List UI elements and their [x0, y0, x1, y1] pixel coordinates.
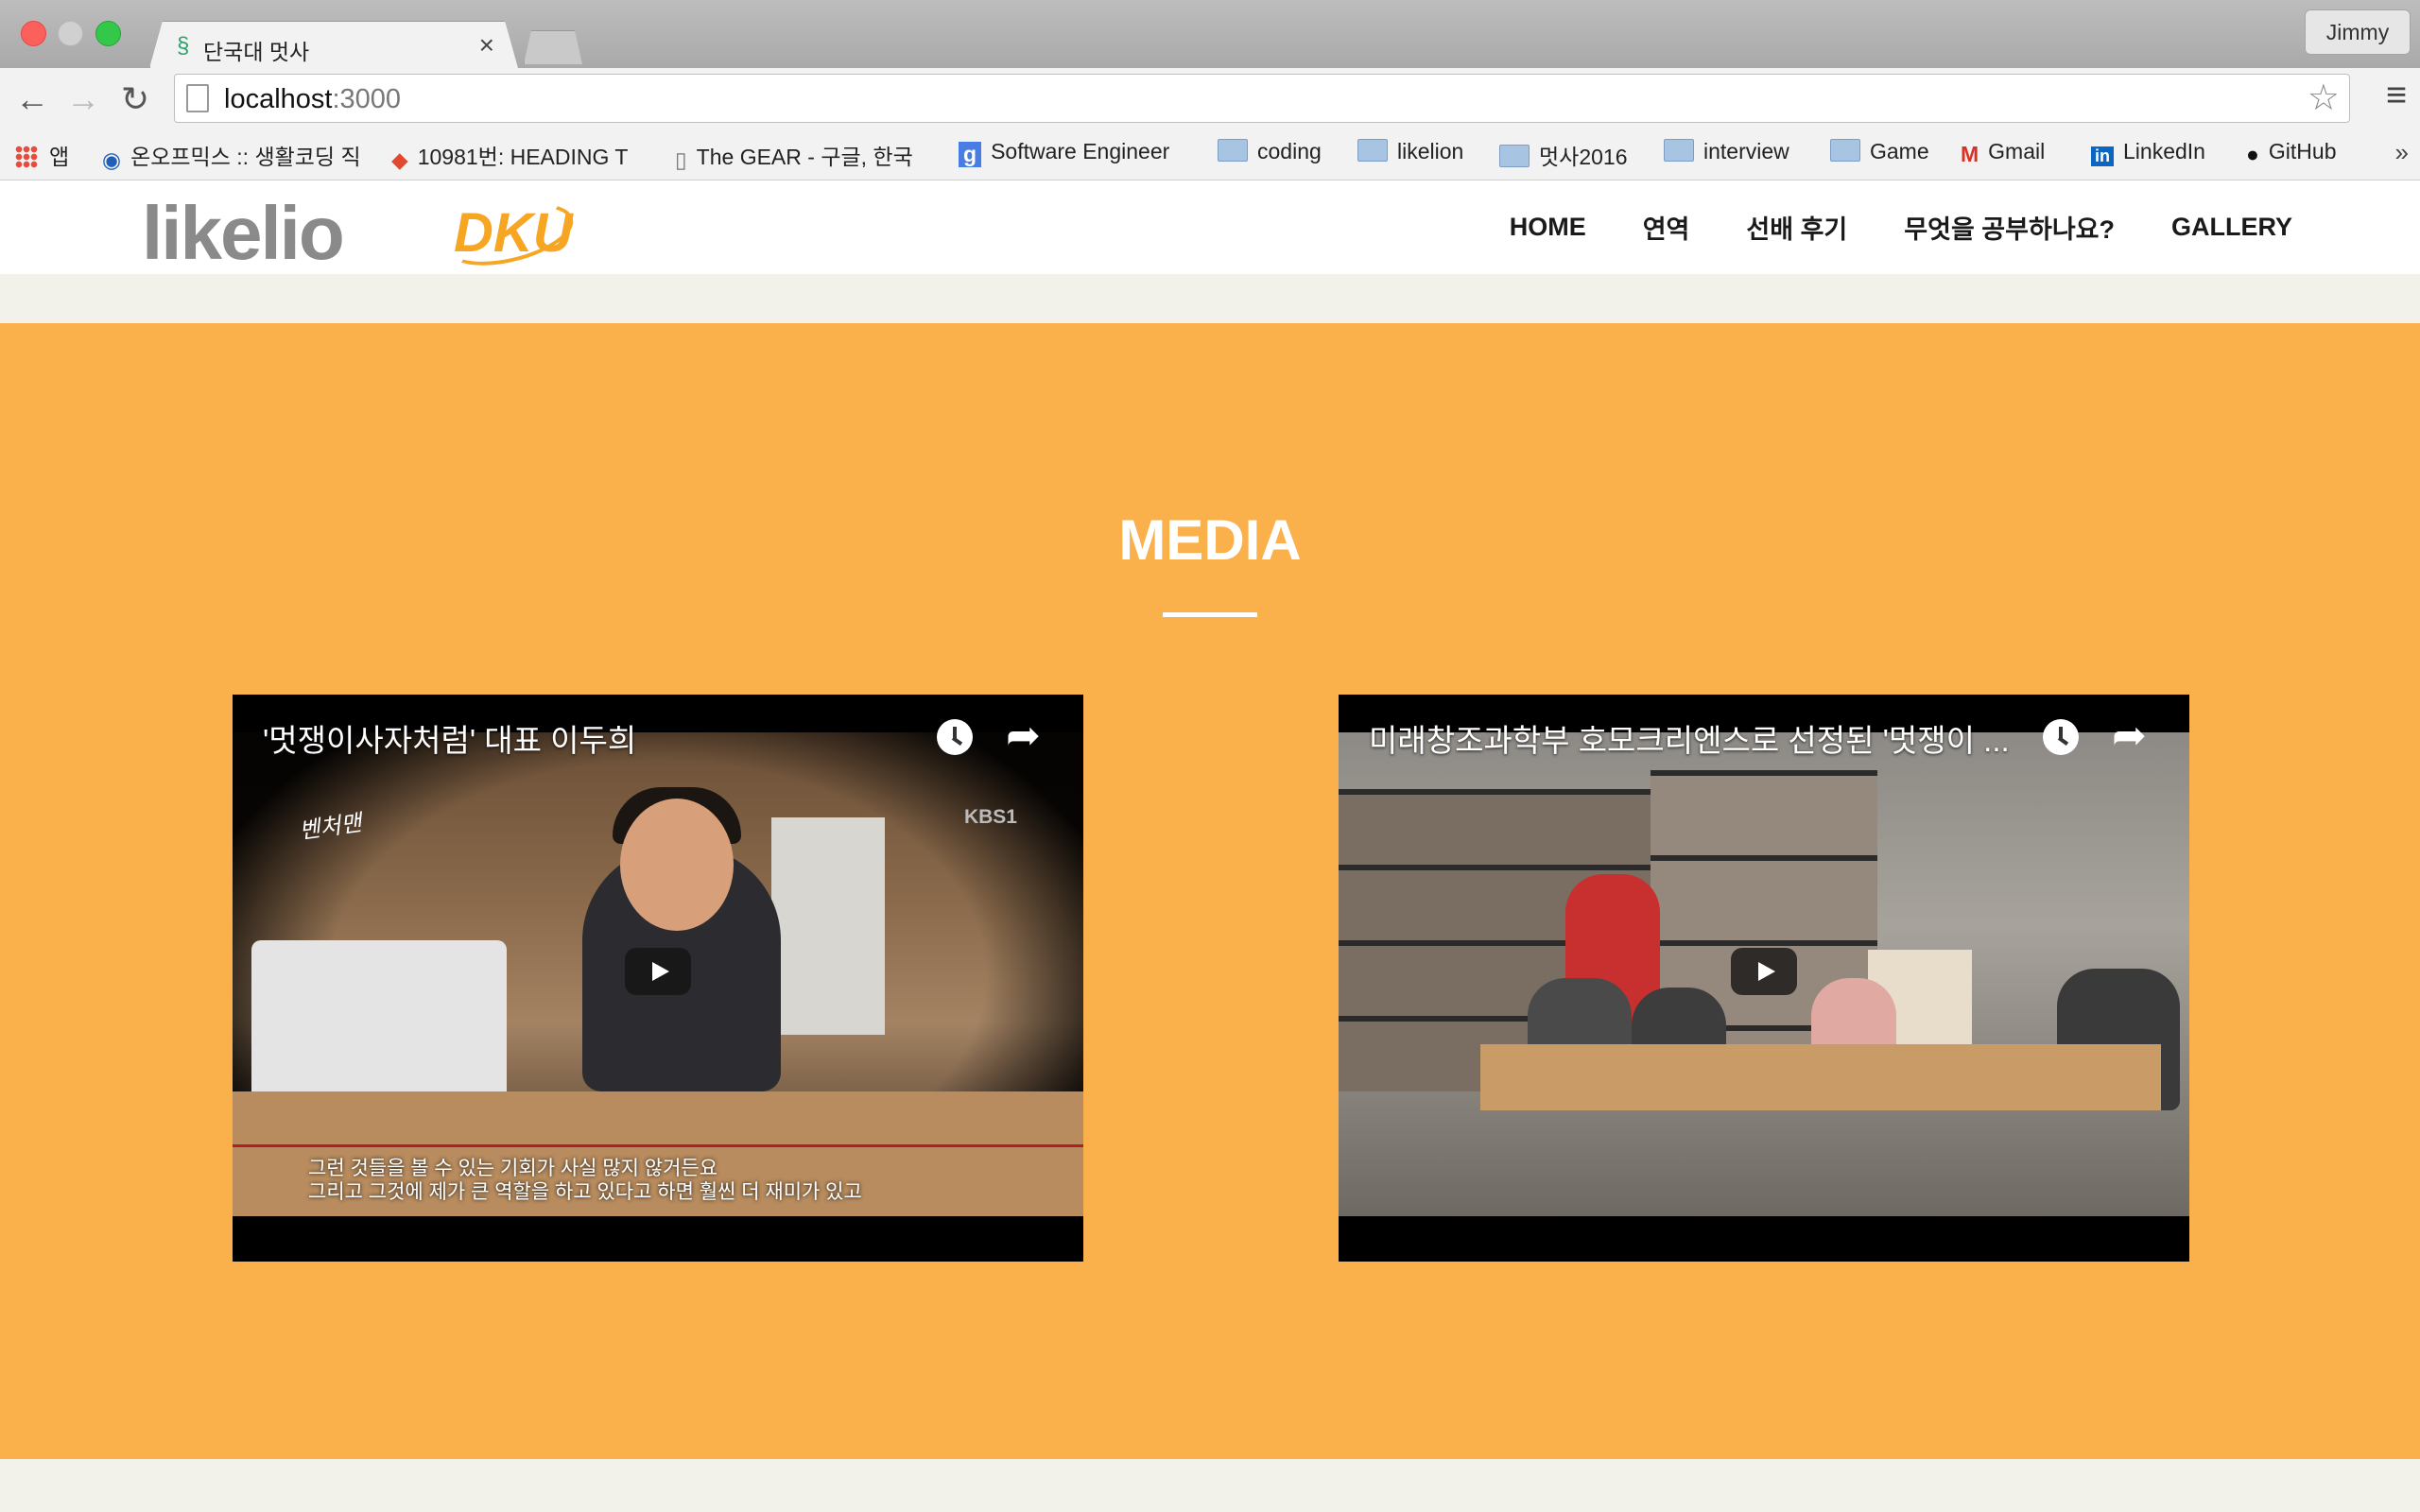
folder-icon — [1664, 139, 1694, 162]
tab-title: 단국대 멋사 — [203, 40, 310, 64]
bookmark-folder-coding[interactable]: coding — [1218, 139, 1322, 164]
media-section: MEDIA 벤처맨 KBS1 그런 것들을 볼 수 있는 기회가 사실 많지 않… — [0, 323, 2420, 1459]
browser-tab[interactable]: § 단국대 멋사 × — [149, 21, 518, 68]
window-maximize-button[interactable] — [95, 21, 121, 46]
nav-gallery[interactable]: GALLERY — [2171, 213, 2292, 242]
bookmark-apps[interactable]: 앱 — [15, 139, 69, 171]
address-bar[interactable]: localhost:3000 ☆ — [174, 74, 2350, 123]
show-logo: 벤처맨 — [297, 810, 364, 845]
bookmark-folder-2016[interactable]: 멋사2016 — [1499, 139, 1628, 171]
github-icon: ● — [2246, 142, 2259, 166]
subtitle-line-2: 그리고 그것에 제가 큰 역할을 하고 있다고 하면 훨씬 더 재미가 있고 — [308, 1181, 862, 1203]
watch-later-icon[interactable] — [2043, 719, 2079, 755]
folder-icon — [1218, 139, 1248, 162]
onoffmix-icon: ◉ — [102, 147, 122, 172]
bookmark-software-engineer[interactable]: g Software Engineer — [959, 139, 1169, 167]
footer-spacer — [0, 1459, 2420, 1512]
video-title-2[interactable]: 미래창조과학부 호모크리엔스로 선정된 '멋쟁이 ... — [1369, 715, 2012, 761]
profile-button[interactable]: Jimmy — [2305, 9, 2411, 55]
gmail-icon: M — [1961, 142, 1979, 166]
bookmarks-bar: 앱 ◉ 온오프믹스 :: 생활코딩 직 ◆ 10981번: HEADING T ▯ T… — [0, 130, 2420, 180]
page-icon: ▯ — [675, 147, 687, 172]
bookmark-gmail[interactable]: M Gmail — [1961, 139, 2045, 167]
hamburger-menu-icon[interactable]: ≡ — [2386, 77, 2407, 113]
folder-icon — [1357, 139, 1388, 162]
bookmark-star-icon[interactable]: ☆ — [2308, 77, 2340, 119]
url-text[interactable]: localhost:3000 — [224, 84, 401, 115]
folder-icon — [1499, 145, 1530, 167]
tab-favicon-icon: § — [177, 33, 190, 59]
play-button[interactable] — [1731, 948, 1797, 995]
bookmark-folder-likelion[interactable]: likelion — [1357, 139, 1463, 164]
window-minimize-button[interactable] — [58, 21, 83, 46]
share-icon[interactable]: ➦ — [1006, 712, 1041, 760]
browser-toolbar: ← → ↻ localhost:3000 ☆ ≡ — [0, 68, 2420, 131]
page-icon — [186, 84, 209, 112]
nav-reviews[interactable]: 선배 후기 — [1746, 209, 1847, 246]
linkedin-icon: in — [2091, 146, 2114, 166]
bookmarks-overflow-icon[interactable]: » — [2395, 138, 2409, 167]
video-player-2[interactable]: 미래창조과학부 호모크리엔스로 선정된 '멋쟁이 ... ➦ — [1339, 695, 2189, 1262]
nav-curriculum[interactable]: 무엇을 공부하나요? — [1904, 209, 2115, 246]
site-header: likelion DKU HOME 연역 선배 후기 무엇을 공부하나요? GA… — [0, 180, 2420, 364]
forward-arrow-icon[interactable]: → — [66, 79, 100, 119]
video-title-1[interactable]: '멋쟁이사자처럼' 대표 이두희 — [263, 715, 636, 761]
watch-later-icon[interactable] — [937, 719, 973, 755]
media-heading: MEDIA — [1118, 508, 1302, 572]
video-player-1[interactable]: 벤처맨 KBS1 그런 것들을 볼 수 있는 기회가 사실 많지 않거든요 그리… — [233, 695, 1083, 1262]
logo-badge: DKU — [454, 202, 573, 264]
bookmark-folder-interview[interactable]: interview — [1664, 139, 1789, 164]
back-arrow-icon[interactable]: ← — [15, 79, 49, 119]
reload-icon[interactable]: ↻ — [121, 79, 149, 119]
tab-close-icon[interactable]: × — [479, 30, 494, 60]
channel-mark: KBS1 — [963, 806, 1017, 828]
play-button[interactable] — [625, 948, 691, 995]
folder-icon — [1830, 139, 1860, 162]
bookmark-folder-game[interactable]: Game — [1830, 139, 1929, 164]
apps-icon — [15, 146, 38, 168]
heading-underline — [1163, 612, 1257, 617]
bookmark-linkedin[interactable]: in LinkedIn — [2091, 139, 2205, 166]
nav-home[interactable]: HOME — [1510, 213, 1586, 242]
share-icon[interactable]: ➦ — [2112, 712, 2147, 760]
bookmark-the-gear[interactable]: ▯ The GEAR - 구글, 한국 — [675, 139, 913, 173]
bookmark-onoffmix[interactable]: ◉ 온오프믹스 :: 생활코딩 직 — [102, 139, 361, 173]
subtitle-divider — [233, 1144, 1083, 1147]
header-spacer — [0, 274, 2420, 323]
window-close-button[interactable] — [21, 21, 46, 46]
nav-history[interactable]: 연역 — [1643, 209, 1690, 246]
browser-titlebar: § 단국대 멋사 × Jimmy — [0, 0, 2420, 68]
google-icon: g — [959, 142, 982, 167]
acmicpc-icon: ◆ — [391, 147, 408, 172]
bookmark-acmicpc[interactable]: ◆ 10981번: HEADING T — [391, 139, 628, 173]
bookmark-github[interactable]: ● GitHub — [2246, 139, 2337, 167]
main-nav: HOME 연역 선배 후기 무엇을 공부하나요? GALLERY — [1510, 180, 2292, 274]
new-tab-button[interactable] — [524, 30, 582, 64]
